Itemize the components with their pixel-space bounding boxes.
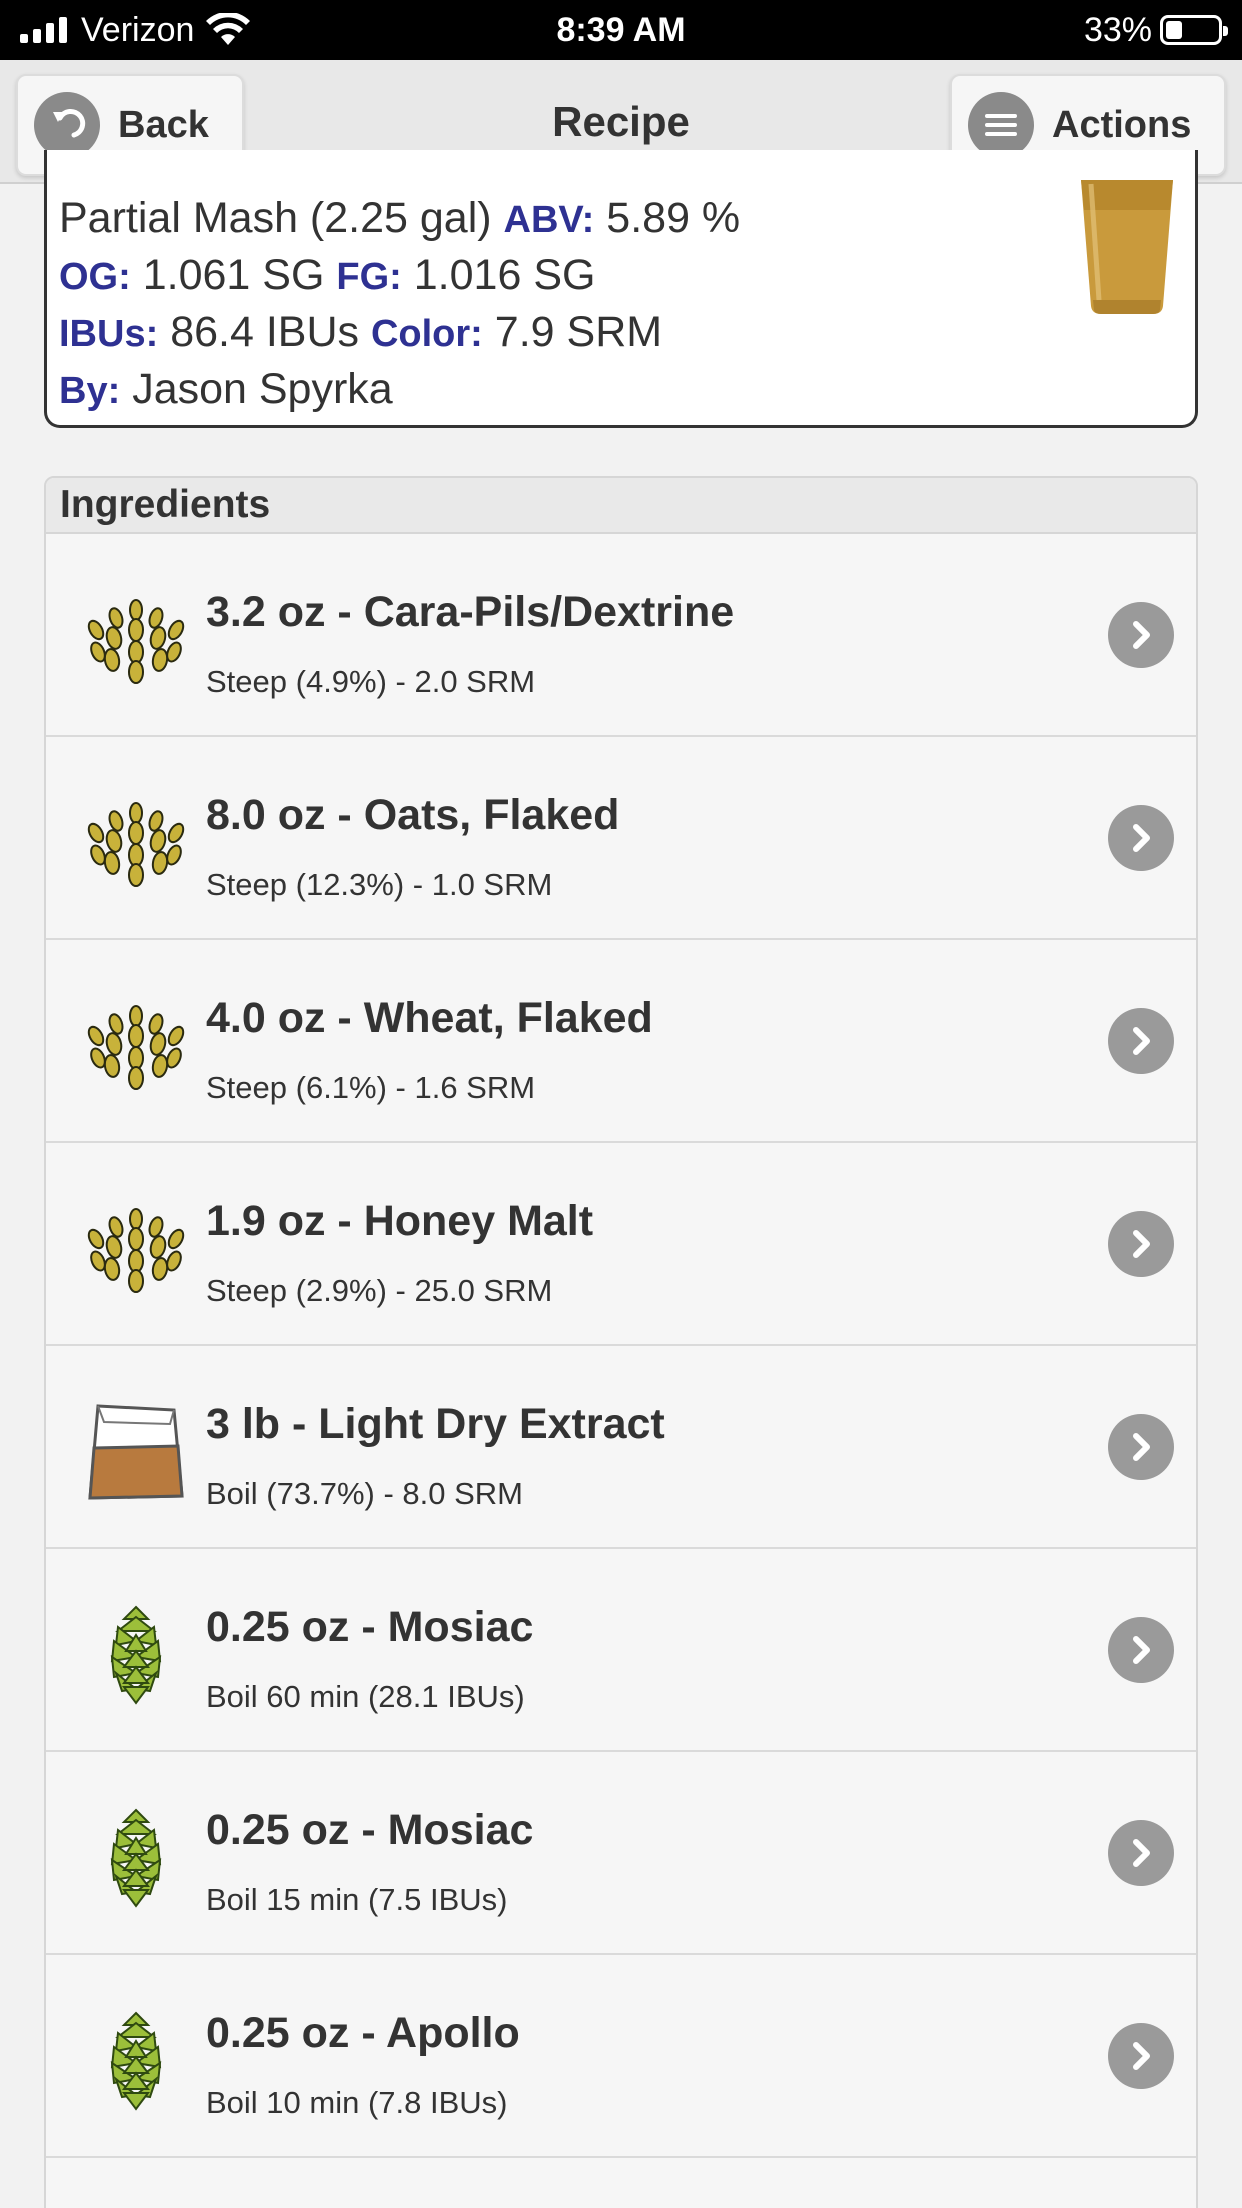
ingredient-row[interactable]: 3.2 oz - Cara-Pils/Dextrine Steep (4.9%) … xyxy=(46,534,1196,737)
ingredient-detail: Boil 10 min (7.8 IBUs) xyxy=(206,2085,508,2120)
ibu-label: IBUs: xyxy=(59,313,159,355)
chevron-right-icon[interactable] xyxy=(1108,1617,1174,1683)
status-bar: Verizon 8:39 AM 33% xyxy=(0,0,1242,60)
extract-bag-icon xyxy=(88,1404,184,1500)
ingredient-row[interactable]: 3 lb - Light Dry Extract Boil (73.7%) - 8… xyxy=(46,1346,1196,1549)
ingredient-name: 0.25 oz - Apollo xyxy=(206,2009,520,2057)
ibu-color-line: IBUs: 86.4 IBUs Color: 7.9 SRM xyxy=(59,304,1195,361)
ingredient-detail: Boil 15 min (7.5 IBUs) xyxy=(206,1882,508,1917)
ingredient-name: 8.0 oz - Oats, Flaked xyxy=(206,791,620,839)
hop-icon xyxy=(110,1808,162,1908)
color-label: Color: xyxy=(370,313,483,355)
ingredient-detail: Boil 60 min (28.1 IBUs) xyxy=(206,1679,525,1714)
back-label: Back xyxy=(118,103,209,146)
chevron-right-icon[interactable] xyxy=(1108,2023,1174,2089)
grain-icon xyxy=(87,599,185,684)
og-value: 1.061 SG xyxy=(142,251,325,299)
fg-label: FG: xyxy=(336,256,402,298)
recipe-summary-card: Partial Mash (2.25 gal) ABV: 5.89 % OG: … xyxy=(44,150,1198,428)
hop-icon xyxy=(110,2011,162,2111)
menu-icon xyxy=(968,92,1034,158)
chevron-right-icon[interactable] xyxy=(1108,1820,1174,1886)
actions-label: Actions xyxy=(1052,103,1192,146)
ingredient-name: 4.0 oz - Wheat, Flaked xyxy=(206,994,653,1042)
by-label: By: xyxy=(59,370,121,412)
chevron-right-icon[interactable] xyxy=(1108,602,1174,668)
hop-icon xyxy=(110,1605,162,1705)
grain-icon xyxy=(87,1208,185,1293)
ingredient-row[interactable]: 8.0 oz - Oats, Flaked Steep (12.3%) - 1.0… xyxy=(46,737,1196,940)
ingredient-detail: Steep (12.3%) - 1.0 SRM xyxy=(206,867,553,902)
ingredient-name: 0.25 oz - Mosiac xyxy=(206,1806,534,1854)
ingredient-detail: Steep (2.9%) - 25.0 SRM xyxy=(206,1273,553,1308)
ingredient-row[interactable]: 1.9 oz - Honey Malt Steep (2.9%) - 25.0 S… xyxy=(46,1143,1196,1346)
ingredient-detail: Boil (73.7%) - 8.0 SRM xyxy=(206,1476,523,1511)
ingredient-row[interactable]: 0.25 oz - Mosiac Boil 60 min (28.1 IBUs) xyxy=(46,1549,1196,1752)
batch-size: Partial Mash (2.25 gal) xyxy=(59,194,492,242)
ingredient-detail: Steep (4.9%) - 2.0 SRM xyxy=(206,664,536,699)
ingredient-detail: Steep (6.1%) - 1.6 SRM xyxy=(206,1070,536,1105)
color-value: 7.9 SRM xyxy=(494,308,663,356)
chevron-right-icon[interactable] xyxy=(1108,1414,1174,1480)
beer-glass-icon xyxy=(1081,180,1173,314)
ingredient-name: 0.25 oz - Mosiac xyxy=(206,1603,534,1651)
og-label: OG: xyxy=(59,256,131,298)
grain-icon xyxy=(87,1005,185,1090)
ingredient-row[interactable]: 0.25 oz - Mosiac Boil 15 min (7.5 IBUs) xyxy=(46,1752,1196,1955)
abv-label: ABV: xyxy=(503,199,595,241)
gravity-line: OG: 1.061 SG FG: 1.016 SG xyxy=(59,247,1195,304)
ingredient-name: 3 lb - Light Dry Extract xyxy=(206,1400,665,1448)
chevron-right-icon[interactable] xyxy=(1108,1211,1174,1277)
ingredient-row[interactable]: 0.25 oz - Apollo Boil 10 min (7.8 IBUs) xyxy=(46,1955,1196,2158)
ingredient-row[interactable]: 4.0 oz - Wheat, Flaked Steep (6.1%) - 1.6… xyxy=(46,940,1196,1143)
clock: 8:39 AM xyxy=(556,11,686,49)
author-name: Jason Spyrka xyxy=(132,365,393,413)
chevron-right-icon[interactable] xyxy=(1108,805,1174,871)
batch-line: Partial Mash (2.25 gal) ABV: 5.89 % xyxy=(59,190,1195,247)
abv-value: 5.89 % xyxy=(606,194,741,242)
ingredients-header: Ingredients xyxy=(46,478,1196,534)
author-line: By: Jason Spyrka xyxy=(59,361,1195,418)
chevron-right-icon[interactable] xyxy=(1108,1008,1174,1074)
back-arrow-icon xyxy=(34,92,100,158)
grain-icon xyxy=(87,802,185,887)
ingredient-name: 3.2 oz - Cara-Pils/Dextrine xyxy=(206,588,735,636)
ibu-value: 86.4 IBUs xyxy=(170,308,360,356)
ingredients-list: Ingredients 3.2 oz - Cara-Pils/Dextrine S… xyxy=(44,476,1198,2208)
fg-value: 1.016 SG xyxy=(413,251,596,299)
battery-percent: 33% xyxy=(1083,10,1152,49)
battery-icon xyxy=(1160,15,1228,45)
ingredient-name: 1.9 oz - Honey Malt xyxy=(206,1197,594,1245)
